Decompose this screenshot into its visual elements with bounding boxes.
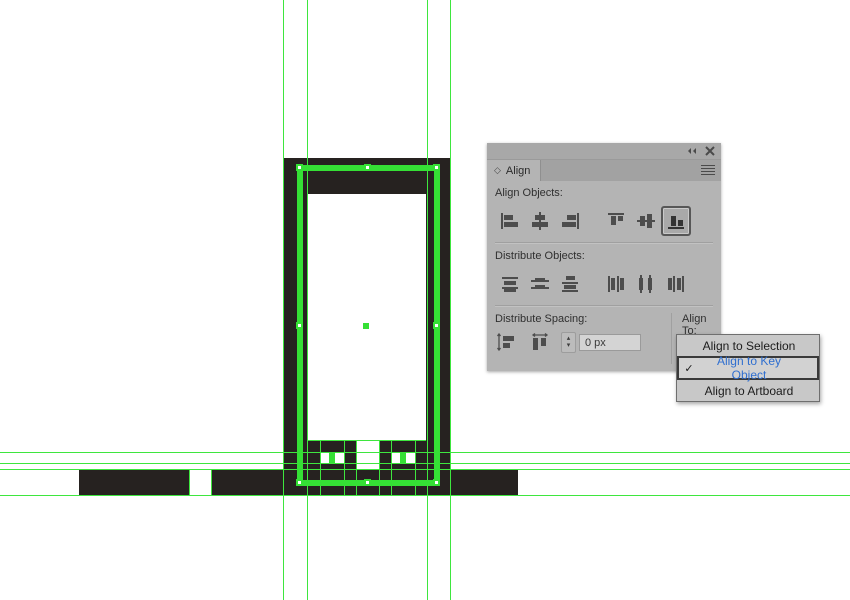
spacing-input-group[interactable]: ▴ ▾ 0 px [561, 331, 641, 353]
check-icon: ✓ [684, 362, 694, 375]
stepper-up-icon[interactable]: ▴ [567, 335, 571, 342]
selection-handle-top-right[interactable] [433, 164, 440, 171]
distribute-spacing-controls: ▴ ▾ 0 px [495, 330, 671, 354]
distribute-objects-row [487, 267, 721, 301]
selection-handle-middle-right[interactable] [433, 322, 440, 329]
tab-align[interactable]: ◇ Align [487, 160, 542, 181]
stepper-down-icon[interactable]: ▾ [567, 342, 571, 349]
vertical-distribute-center-button[interactable] [525, 269, 555, 299]
artwork-baseline-bar-left[interactable] [79, 470, 189, 495]
horizontal-distribute-center-button[interactable] [631, 269, 661, 299]
menu-item-align-to-selection[interactable]: Align to Selection [677, 335, 819, 356]
horizontal-align-right-button[interactable] [555, 206, 585, 236]
vertical-align-center-button[interactable] [631, 206, 661, 236]
vertical-guide-foot-right-a [379, 440, 380, 496]
tab-diamond-icon: ◇ [494, 165, 501, 175]
distribute-spacing-column: Distribute Spacing: ▴ ▾ 0 px [487, 313, 671, 364]
selection-handle-bottom-center[interactable] [364, 479, 371, 486]
selection-center-point [363, 323, 369, 329]
panel-menu-icon[interactable] [701, 165, 715, 176]
vertical-guide-foot-right-c [415, 440, 416, 496]
foot-right-anchor [400, 452, 406, 463]
vertical-distribute-spacing-button[interactable] [495, 330, 519, 354]
horizontal-align-left-button[interactable] [495, 206, 525, 236]
selection-handle-top-center[interactable] [364, 164, 371, 171]
spacing-stepper[interactable]: ▴ ▾ [561, 331, 576, 353]
vertical-distribute-top-button[interactable] [495, 269, 525, 299]
divider-1 [495, 242, 713, 244]
distribute-spacing-label: Distribute Spacing: [495, 313, 588, 325]
align-objects-label: Align Objects: [495, 187, 563, 199]
spacing-input[interactable]: 0 px [579, 333, 641, 351]
vertical-guide-foot-left-b [344, 440, 345, 496]
foot-left-anchor [329, 452, 335, 463]
horizontal-align-center-button[interactable] [525, 206, 555, 236]
horizontal-guide-bottom [0, 495, 850, 496]
panel-tab-bar[interactable]: ◇ Align [487, 160, 721, 181]
horizontal-guide-foot [0, 452, 850, 453]
horizontal-distribute-spacing-button[interactable] [528, 330, 552, 354]
divider-2 [495, 305, 713, 307]
selection-handle-bottom-right[interactable] [433, 479, 440, 486]
menu-label-align-to-key-object: Align to Key Object [716, 354, 782, 382]
selection-handle-top-left[interactable] [296, 164, 303, 171]
collapse-icon[interactable] [685, 145, 699, 157]
vertical-guide-1 [283, 0, 284, 600]
menu-label-align-to-selection: Align to Selection [702, 338, 796, 353]
tab-align-label: Align [505, 164, 531, 177]
artboard-canvas[interactable] [0, 0, 850, 600]
vertical-guide-gap-left [189, 469, 190, 496]
selection-handle-bottom-left[interactable] [296, 479, 303, 486]
vertical-align-top-button[interactable] [601, 206, 631, 236]
align-objects-row [487, 204, 721, 238]
panel-title-bar[interactable] [487, 143, 721, 160]
menu-label-align-to-artboard: Align to Artboard [704, 383, 794, 398]
vertical-guide-4 [450, 0, 451, 600]
vertical-distribute-bottom-button[interactable] [555, 269, 585, 299]
horizontal-distribute-left-button[interactable] [601, 269, 631, 299]
horizontal-guide-top [0, 469, 850, 470]
vertical-guide-foot-left-c [356, 440, 357, 496]
distribute-objects-label: Distribute Objects: [495, 250, 585, 262]
horizontal-guide-foot-lower [0, 463, 850, 464]
vertical-guide-foot-left-a [320, 440, 321, 496]
selection-handle-middle-left[interactable] [296, 322, 303, 329]
vertical-guide-3 [427, 0, 428, 600]
vertical-guide-2 [307, 0, 308, 600]
menu-item-align-to-key-object[interactable]: ✓ Align to Key Object [677, 354, 819, 382]
align-to-dropdown-menu[interactable]: Align to Selection ✓ Align to Key Object… [676, 334, 820, 402]
menu-item-align-to-artboard[interactable]: Align to Artboard [677, 380, 819, 401]
horizontal-guide-foot-top [308, 440, 426, 441]
vertical-align-bottom-button[interactable] [661, 206, 691, 236]
close-icon[interactable] [703, 145, 717, 157]
vertical-guide-gap-right [211, 469, 212, 496]
horizontal-distribute-right-button[interactable] [661, 269, 691, 299]
vertical-guide-foot-right-b [391, 440, 392, 496]
